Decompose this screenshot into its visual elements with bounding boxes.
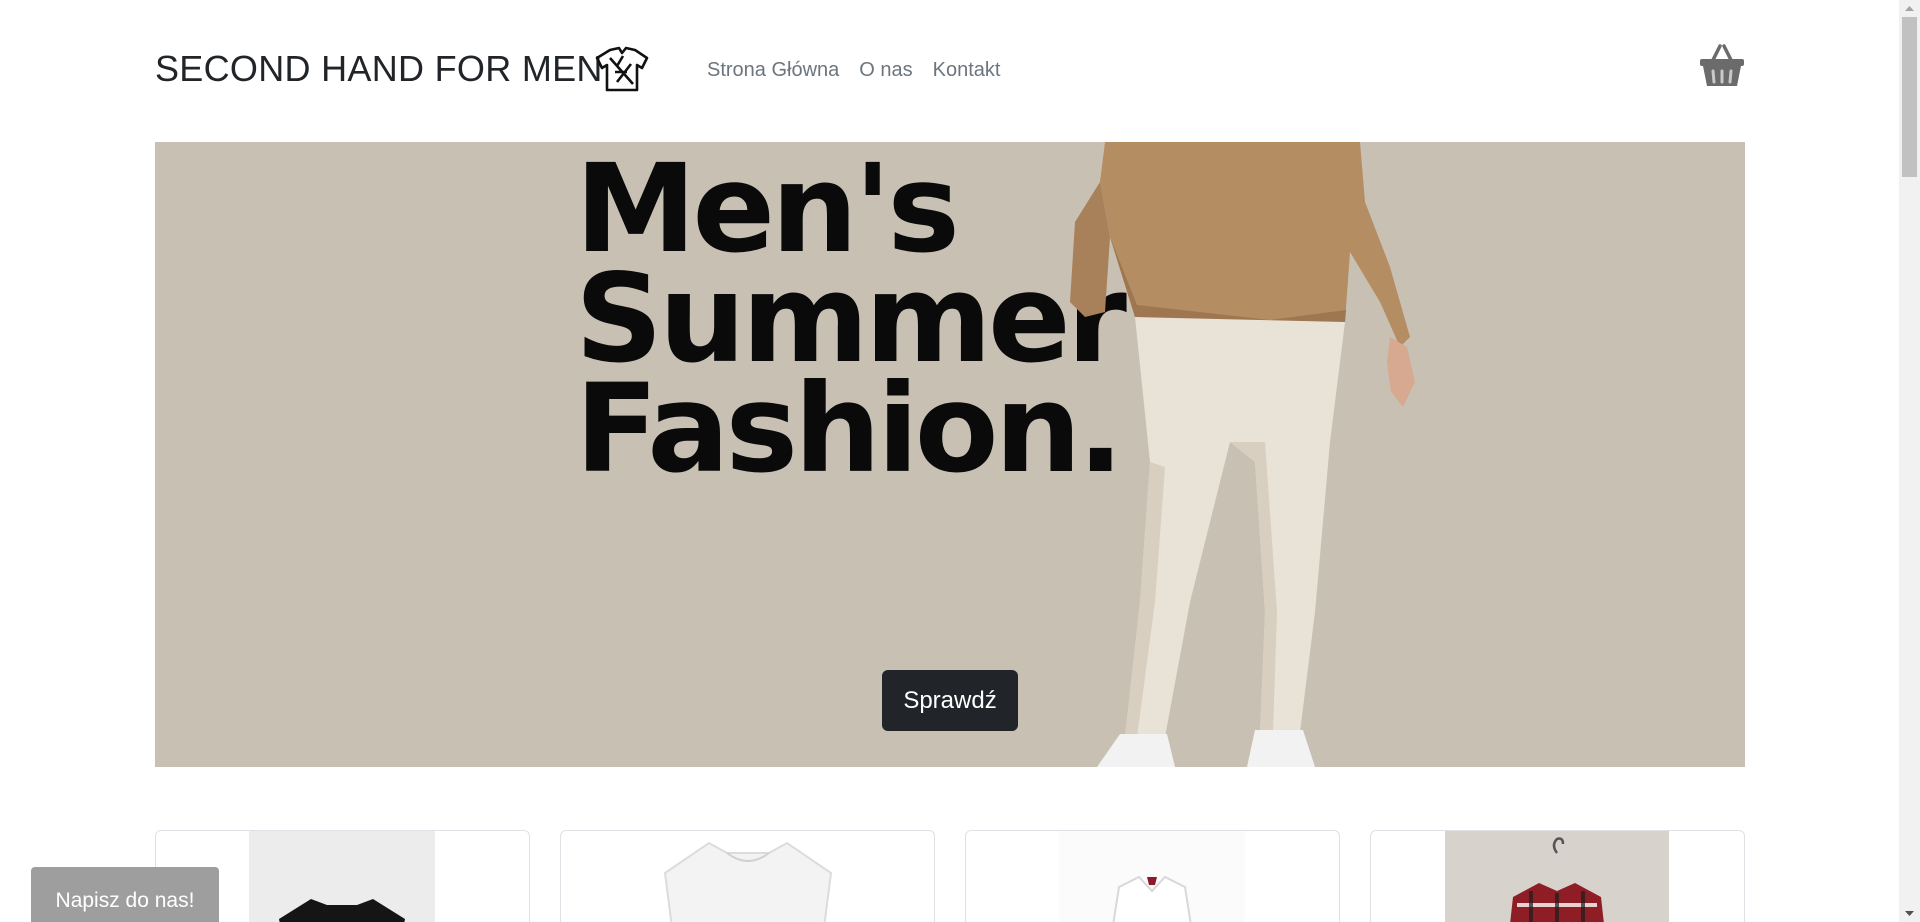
product-card[interactable] [1370, 830, 1745, 922]
main-nav: Strona Główna O nas Kontakt [707, 59, 1000, 82]
contact-us-button[interactable]: Napisz do nas! [31, 867, 219, 922]
scroll-down-arrow-icon[interactable] [1899, 905, 1920, 922]
shirt-logo-icon[interactable] [593, 44, 651, 94]
product-list [155, 830, 1745, 922]
product-card[interactable] [560, 830, 935, 922]
product-image [249, 831, 435, 922]
page: SECOND HAND FOR MEN Strona Główna O nas … [0, 0, 1899, 922]
brand-name[interactable]: SECOND HAND FOR MEN [155, 48, 603, 90]
basket-icon[interactable] [1699, 44, 1745, 88]
product-image [1059, 831, 1245, 922]
hero-model-image [1070, 142, 1415, 767]
scroll-up-arrow-icon[interactable] [1899, 0, 1920, 17]
product-card[interactable] [965, 830, 1340, 922]
nav-about[interactable]: O nas [859, 59, 912, 82]
product-image [609, 831, 887, 922]
nav-contact[interactable]: Kontakt [933, 59, 1001, 82]
hero-banner: Men's Summer Fashion. Sprawdź [155, 142, 1745, 767]
check-button[interactable]: Sprawdź [882, 670, 1018, 731]
scrollbar-thumb[interactable] [1902, 17, 1917, 177]
nav-home[interactable]: Strona Główna [707, 59, 839, 82]
product-image [1445, 831, 1669, 922]
navbar: SECOND HAND FOR MEN Strona Główna O nas … [155, 40, 1745, 102]
vertical-scrollbar[interactable] [1899, 0, 1920, 922]
